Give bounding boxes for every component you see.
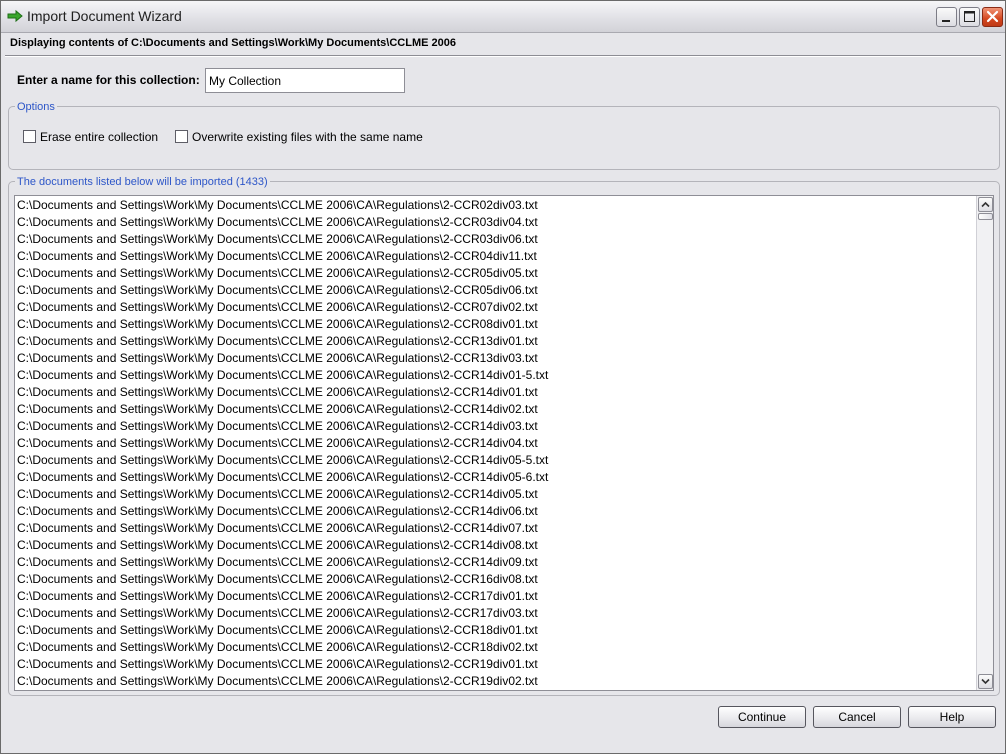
list-item[interactable]: C:\Documents and Settings\Work\My Docume… — [17, 316, 972, 333]
chevron-down-icon — [981, 678, 990, 685]
chevron-up-icon — [981, 201, 990, 208]
list-item[interactable]: C:\Documents and Settings\Work\My Docume… — [17, 673, 972, 690]
path-text: Displaying contents of C:\Documents and … — [10, 37, 456, 49]
vertical-scrollbar[interactable] — [976, 196, 993, 690]
scrollbar-thumb[interactable] — [978, 213, 993, 220]
list-item[interactable]: C:\Documents and Settings\Work\My Docume… — [17, 571, 972, 588]
list-item[interactable]: C:\Documents and Settings\Work\My Docume… — [17, 639, 972, 656]
close-icon — [986, 10, 999, 23]
continue-button[interactable]: Continue — [718, 706, 806, 728]
collection-name-input[interactable] — [205, 68, 405, 93]
list-item[interactable]: C:\Documents and Settings\Work\My Docume… — [17, 299, 972, 316]
list-item[interactable]: C:\Documents and Settings\Work\My Docume… — [17, 469, 972, 486]
close-button[interactable] — [982, 7, 1003, 27]
maximize-button[interactable] — [959, 7, 980, 27]
list-item[interactable]: C:\Documents and Settings\Work\My Docume… — [17, 520, 972, 537]
list-item[interactable]: C:\Documents and Settings\Work\My Docume… — [17, 282, 972, 299]
green-arrow-icon — [7, 9, 23, 23]
list-item[interactable]: C:\Documents and Settings\Work\My Docume… — [17, 248, 972, 265]
window-title: Import Document Wizard — [27, 8, 182, 24]
scroll-down-button[interactable] — [978, 674, 993, 689]
collection-name-label: Enter a name for this collection: — [17, 73, 200, 87]
documents-legend: The documents listed below will be impor… — [15, 176, 270, 188]
import-wizard-window: Import Document Wizard Displaying conten… — [0, 0, 1006, 754]
list-item[interactable]: C:\Documents and Settings\Work\My Docume… — [17, 333, 972, 350]
header-divider — [5, 56, 1001, 57]
list-item[interactable]: C:\Documents and Settings\Work\My Docume… — [17, 503, 972, 520]
path-header: Displaying contents of C:\Documents and … — [5, 33, 1001, 56]
list-item[interactable]: C:\Documents and Settings\Work\My Docume… — [17, 588, 972, 605]
overwrite-files-checkbox[interactable] — [175, 130, 188, 143]
list-item[interactable]: C:\Documents and Settings\Work\My Docume… — [17, 231, 972, 248]
list-item[interactable]: C:\Documents and Settings\Work\My Docume… — [17, 265, 972, 282]
maximize-icon — [964, 11, 975, 22]
overwrite-files-label[interactable]: Overwrite existing files with the same n… — [192, 130, 423, 144]
list-item[interactable]: C:\Documents and Settings\Work\My Docume… — [17, 622, 972, 639]
list-item[interactable]: C:\Documents and Settings\Work\My Docume… — [17, 367, 972, 384]
list-item[interactable]: C:\Documents and Settings\Work\My Docume… — [17, 452, 972, 469]
cancel-button[interactable]: Cancel — [813, 706, 901, 728]
list-item[interactable]: C:\Documents and Settings\Work\My Docume… — [17, 214, 972, 231]
minimize-button[interactable] — [936, 7, 957, 27]
documents-list-items: C:\Documents and Settings\Work\My Docume… — [17, 197, 972, 690]
list-item[interactable]: C:\Documents and Settings\Work\My Docume… — [17, 656, 972, 673]
list-item[interactable]: C:\Documents and Settings\Work\My Docume… — [17, 537, 972, 554]
list-item[interactable]: C:\Documents and Settings\Work\My Docume… — [17, 418, 972, 435]
erase-collection-label[interactable]: Erase entire collection — [40, 130, 158, 144]
scroll-up-button[interactable] — [978, 197, 993, 212]
list-item[interactable]: C:\Documents and Settings\Work\My Docume… — [17, 197, 972, 214]
list-item[interactable]: C:\Documents and Settings\Work\My Docume… — [17, 554, 972, 571]
documents-list[interactable]: C:\Documents and Settings\Work\My Docume… — [14, 195, 994, 691]
list-item[interactable]: C:\Documents and Settings\Work\My Docume… — [17, 435, 972, 452]
list-item[interactable]: C:\Documents and Settings\Work\My Docume… — [17, 486, 972, 503]
help-button[interactable]: Help — [908, 706, 996, 728]
list-item[interactable]: C:\Documents and Settings\Work\My Docume… — [17, 350, 972, 367]
title-bar[interactable]: Import Document Wizard — [1, 1, 1005, 33]
erase-collection-checkbox[interactable] — [23, 130, 36, 143]
options-legend: Options — [15, 101, 57, 113]
list-item[interactable]: C:\Documents and Settings\Work\My Docume… — [17, 605, 972, 622]
list-item[interactable]: C:\Documents and Settings\Work\My Docume… — [17, 401, 972, 418]
list-item[interactable]: C:\Documents and Settings\Work\My Docume… — [17, 384, 972, 401]
minimize-icon — [942, 20, 950, 22]
